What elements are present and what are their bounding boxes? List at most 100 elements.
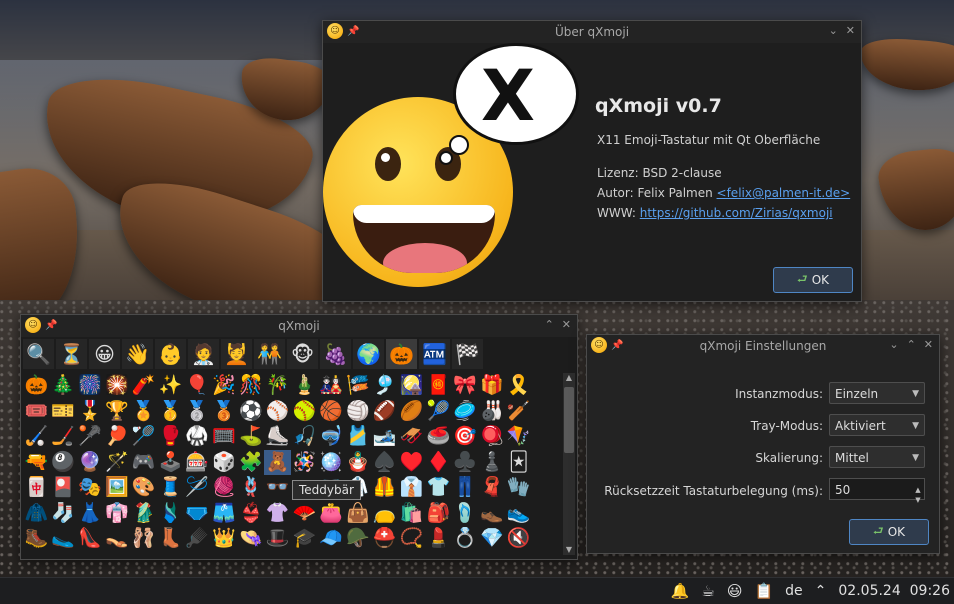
emoji-key[interactable]: 🔇 bbox=[505, 526, 532, 552]
emoji-key[interactable]: 🎏 bbox=[345, 373, 372, 399]
emoji-key[interactable]: 🥻 bbox=[130, 501, 157, 527]
emoji-key[interactable]: 🥎 bbox=[291, 399, 318, 425]
emoji-key[interactable]: 🎽 bbox=[345, 424, 372, 450]
scrollbar-thumb[interactable] bbox=[564, 387, 574, 453]
keyboard-titlebar[interactable]: ☺ 📌 qXmoji ⌃ ✕ bbox=[21, 315, 577, 337]
emoji-key[interactable]: 🥅 bbox=[211, 424, 238, 450]
close-icon[interactable]: ✕ bbox=[924, 338, 933, 351]
emoji-key[interactable]: 👟 bbox=[505, 501, 532, 527]
emoji-key[interactable]: 🧤 bbox=[505, 475, 532, 501]
emoji-key[interactable]: 👡 bbox=[103, 526, 130, 552]
emoji-key[interactable]: ♣️ bbox=[452, 450, 479, 476]
emoji-key[interactable]: 💎 bbox=[479, 526, 506, 552]
scaling-select[interactable]: Mittel ▼ bbox=[829, 446, 925, 468]
chevron-down-icon[interactable]: ⌄ bbox=[889, 338, 898, 351]
emoji-key[interactable]: 🥌 bbox=[425, 424, 452, 450]
emoji-key[interactable]: 🧸 bbox=[264, 449, 291, 475]
tray-mode-select[interactable]: Aktiviert ▼ bbox=[829, 414, 925, 436]
emoji-key[interactable]: 🪮 bbox=[184, 526, 211, 552]
chevron-up-icon[interactable]: ⌃ bbox=[907, 338, 916, 351]
emoji-key[interactable]: 🎮 bbox=[130, 450, 157, 476]
emoji-key[interactable]: 👞 bbox=[479, 501, 506, 527]
emoji-key[interactable]: 🏒 bbox=[50, 424, 77, 450]
emoji-key[interactable]: 🎣 bbox=[291, 424, 318, 450]
spin-down-icon[interactable]: ▼ bbox=[912, 489, 924, 504]
emoji-key[interactable]: 🎓 bbox=[291, 526, 318, 552]
emoji-key[interactable]: 💍 bbox=[452, 526, 479, 552]
emoji-key[interactable]: 🎨 bbox=[130, 475, 157, 501]
emoji-key[interactable]: 🪖 bbox=[345, 526, 372, 552]
emoji-key[interactable]: 🪁 bbox=[505, 424, 532, 450]
category-tab[interactable]: ⏳ bbox=[56, 339, 87, 369]
emoji-key[interactable]: 🥊 bbox=[157, 424, 184, 450]
emoji-key[interactable]: 🏸 bbox=[130, 424, 157, 450]
emoji-key[interactable]: 🎩 bbox=[264, 526, 291, 552]
emoji-key[interactable]: 🏉 bbox=[398, 399, 425, 425]
emoji-key[interactable]: 🪩 bbox=[318, 450, 345, 476]
emoji-key[interactable]: 🏑 bbox=[23, 424, 50, 450]
emoji-key[interactable]: 🥿 bbox=[50, 526, 77, 552]
emoji-key[interactable]: 🎾 bbox=[425, 399, 452, 425]
category-tab[interactable]: 😀 bbox=[89, 339, 120, 369]
emoji-key[interactable]: 🥍 bbox=[77, 424, 104, 450]
emoji-key[interactable]: 🔮 bbox=[77, 450, 104, 476]
close-icon[interactable]: ✕ bbox=[562, 318, 571, 331]
pin-icon[interactable]: 📌 bbox=[347, 26, 359, 37]
emoji-key[interactable]: 🤿 bbox=[318, 424, 345, 450]
emoji-key[interactable]: 🩳 bbox=[211, 501, 238, 527]
emoji-key[interactable]: 🎗️ bbox=[505, 373, 532, 399]
emoji-key[interactable]: 🎈 bbox=[184, 373, 211, 399]
emoji-key[interactable]: ⛳ bbox=[237, 424, 264, 450]
emoji-key[interactable]: 🪅 bbox=[291, 450, 318, 476]
emoji-key[interactable]: 🎫 bbox=[50, 399, 77, 425]
emoji-key[interactable]: ⛑️ bbox=[371, 526, 398, 552]
emoji-key[interactable]: 🎰 bbox=[184, 450, 211, 476]
emoji-key[interactable]: 👚 bbox=[264, 501, 291, 527]
emoji-key[interactable]: 🎁 bbox=[479, 373, 506, 399]
emoji-key[interactable]: ⚽ bbox=[237, 399, 264, 425]
emoji-key[interactable]: ♥️ bbox=[398, 450, 425, 476]
emoji-key[interactable]: 🧵 bbox=[157, 475, 184, 501]
emoji-key[interactable]: 🛷 bbox=[398, 424, 425, 450]
emoji-key[interactable]: 🥋 bbox=[184, 424, 211, 450]
emoji-key[interactable]: 🎃 bbox=[23, 373, 50, 399]
emoji-key[interactable]: ♟️ bbox=[479, 450, 506, 476]
emoji-key[interactable]: 👠 bbox=[77, 526, 104, 552]
emoji-key[interactable]: 👑 bbox=[211, 526, 238, 552]
emoji-key[interactable]: 🪢 bbox=[237, 475, 264, 501]
settings-titlebar[interactable]: ☺ 📌 qXmoji Einstellungen ⌄ ⌃ ✕ bbox=[587, 335, 939, 357]
emoji-key[interactable]: 🥉 bbox=[211, 399, 238, 425]
emoji-key[interactable]: 🦺 bbox=[371, 475, 398, 501]
scroll-down-icon[interactable]: ▼ bbox=[563, 545, 575, 555]
emoji-key[interactable]: 👘 bbox=[103, 501, 130, 527]
emoji-key[interactable]: 🎳 bbox=[479, 399, 506, 425]
emoji-key[interactable]: 🎄 bbox=[50, 373, 77, 399]
emoji-key[interactable]: 📿 bbox=[398, 526, 425, 552]
emoji-key[interactable]: 👕 bbox=[425, 475, 452, 501]
bell-icon[interactable]: 🔔 bbox=[671, 582, 690, 600]
emoji-key[interactable]: 🥾 bbox=[23, 526, 50, 552]
emoji-key[interactable]: 🧦 bbox=[50, 501, 77, 527]
emoji-key[interactable]: 🧥 bbox=[23, 501, 50, 527]
clock[interactable]: 02.05.24 09:26 bbox=[838, 583, 950, 599]
emoji-key[interactable]: 🧩 bbox=[237, 450, 264, 476]
emoji-key[interactable]: 🥏 bbox=[452, 399, 479, 425]
author-email-link[interactable]: <felix@palmen-it.de> bbox=[717, 186, 851, 200]
emoji-key[interactable]: 🎲 bbox=[211, 450, 238, 476]
about-titlebar[interactable]: ☺ 📌 Über qXmoji ⌄ ✕ bbox=[323, 21, 861, 43]
emoji-key[interactable]: 👢 bbox=[157, 526, 184, 552]
emoji-key[interactable]: 👛 bbox=[318, 501, 345, 527]
emoji-key[interactable]: 👗 bbox=[77, 501, 104, 527]
category-tab[interactable]: 🎃 bbox=[386, 339, 417, 369]
emoji-key[interactable]: 👝 bbox=[371, 501, 398, 527]
emoji-scrollbar[interactable]: ▲ ▼ bbox=[563, 373, 575, 555]
emoji-key[interactable]: 👒 bbox=[237, 526, 264, 552]
emoji-key[interactable]: ⚾ bbox=[264, 399, 291, 425]
emoji-key[interactable]: 🎍 bbox=[291, 373, 318, 399]
emoji-key[interactable]: 💄 bbox=[425, 526, 452, 552]
emoji-key[interactable]: 🎀 bbox=[452, 373, 479, 399]
emoji-key[interactable]: 👙 bbox=[237, 501, 264, 527]
emoji-key[interactable]: 🎭 bbox=[77, 475, 104, 501]
keyboard-layout-indicator[interactable]: de bbox=[785, 583, 803, 599]
emoji-key[interactable]: 🎋 bbox=[264, 373, 291, 399]
